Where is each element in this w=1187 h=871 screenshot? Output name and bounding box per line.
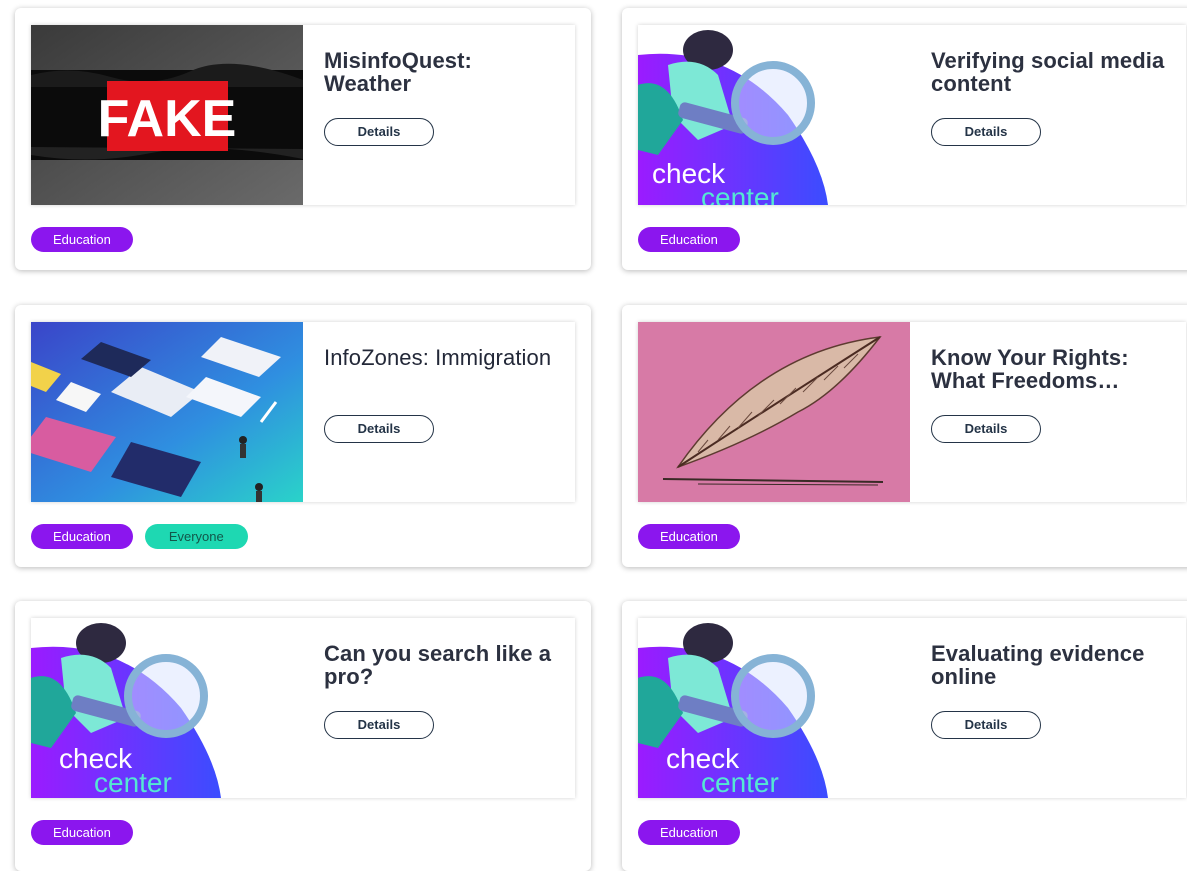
checkcenter-magnifier-thumbnail[interactable]: check center [638,25,910,205]
card-content: Know Your Rights: What Freedoms… Details [638,322,1186,502]
tag-education[interactable]: Education [638,524,740,549]
tag-education[interactable]: Education [31,227,133,252]
card-content: FAKE MisinfoQuest: Weather Details [31,25,575,205]
details-button[interactable]: Details [931,711,1041,739]
tag-list: Education [31,820,133,845]
card-title[interactable]: Evaluating evidence online [931,642,1171,688]
details-button[interactable]: Details [324,415,434,443]
activity-card: check center Evaluating evidence online … [622,601,1187,871]
isometric-apps-thumbnail[interactable] [31,322,303,502]
card-content: check center Can you search like a pro? … [31,618,575,798]
tag-list: Education Everyone [31,524,248,549]
card-title[interactable]: Know Your Rights: What Freedoms… [931,346,1171,392]
tag-list: Education [638,820,740,845]
card-content: check center Evaluating evidence online … [638,618,1186,798]
tag-education[interactable]: Education [638,227,740,252]
activity-card: FAKE MisinfoQuest: Weather Details Educa… [15,8,591,270]
activity-card: InfoZones: Immigration Details Education… [15,305,591,567]
checkcenter-magnifier-thumbnail[interactable]: check center [638,618,910,798]
svg-text:center: center [701,767,779,798]
tag-list: Education [31,227,133,252]
card-content: check center Verifying social media cont… [638,25,1186,205]
quill-thumbnail[interactable] [638,322,910,502]
svg-text:center: center [701,182,779,205]
card-title[interactable]: InfoZones: Immigration [324,346,564,369]
card-title[interactable]: Can you search like a pro? [324,642,564,688]
tag-everyone[interactable]: Everyone [144,524,248,549]
details-button[interactable]: Details [931,118,1041,146]
details-button[interactable]: Details [931,415,1041,443]
details-button[interactable]: Details [324,118,434,146]
activity-card: check center Can you search like a pro? … [15,601,591,871]
svg-text:center: center [94,767,172,798]
tag-education[interactable]: Education [638,820,740,845]
tag-education[interactable]: Education [31,820,133,845]
tag-list: Education [638,524,740,549]
card-title[interactable]: MisinfoQuest: Weather [324,49,564,95]
details-button[interactable]: Details [324,711,434,739]
checkcenter-magnifier-thumbnail[interactable]: check center [31,618,303,798]
card-content: InfoZones: Immigration Details [31,322,575,502]
fake-stamp-text: FAKE [98,90,237,148]
activity-card: check center Verifying social media cont… [622,8,1187,270]
tag-list: Education [638,227,740,252]
fake-stamp-thumbnail[interactable]: FAKE [31,25,303,205]
card-title[interactable]: Verifying social media content [931,49,1171,95]
activity-card: Know Your Rights: What Freedoms… Details… [622,305,1187,567]
tag-education[interactable]: Education [31,524,133,549]
